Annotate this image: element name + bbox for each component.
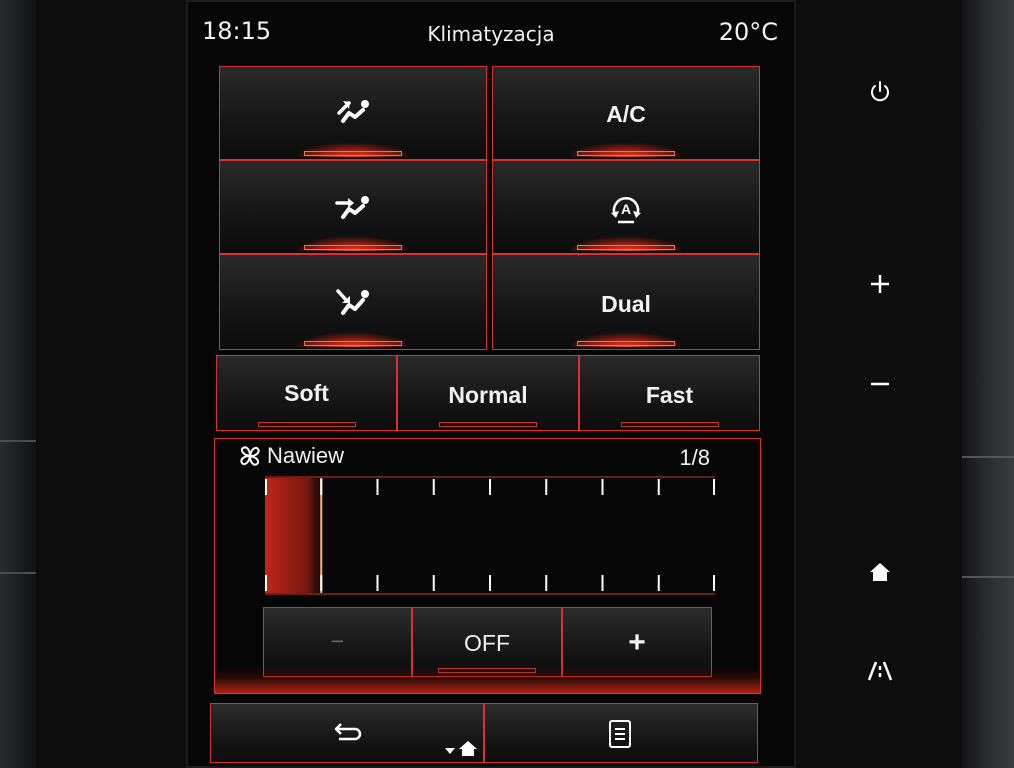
active-indicator [304,245,402,250]
active-indicator [304,151,402,156]
svg-text:A: A [621,201,631,217]
document-list-icon [609,720,631,748]
minus-icon[interactable] [866,370,894,398]
touchscreen: 18:15 Klimatyzacja 20°C A/C A Dual Soft … [186,0,796,768]
bottom-navigation [210,703,760,763]
active-indicator [304,341,402,346]
inactive-indicator [620,422,719,427]
ac-label: A/C [606,101,646,127]
fan-ticks [265,479,715,591]
status-bar: 18:15 Klimatyzacja 20°C [186,0,796,62]
active-indicator [577,245,675,250]
active-indicator [577,151,675,156]
inactive-indicator [439,422,537,427]
airflow-face-feet-icon [335,196,369,219]
left-bezel [0,0,36,768]
fan-label: Nawiew [267,443,345,468]
bezel-seam [962,576,1014,578]
navigation-road-icon[interactable] [866,656,894,684]
back-button[interactable] [210,703,484,763]
fan-speed-panel: Nawiew 1/8 − OFF + [214,438,761,694]
panel-glow [215,667,760,693]
intensity-soft-label: Soft [284,380,329,406]
minus-label: − [330,628,345,654]
intensity-soft-button[interactable]: Soft [216,355,397,431]
inactive-indicator [257,422,356,427]
ac-button[interactable]: A/C [492,66,760,160]
power-icon[interactable] [866,78,894,106]
fan-level-text: 1/8 [679,445,710,470]
intensity-fast-label: Fast [645,382,694,408]
fan-icon [240,446,260,466]
active-indicator [577,341,675,346]
back-arrow-icon [334,723,362,741]
outside-temperature: 20°C [718,18,778,46]
off-label: OFF [464,630,510,656]
airflow-face-feet-button[interactable] [219,160,487,254]
intensity-normal-label: Normal [448,382,528,408]
home-dropdown-icon [445,741,477,756]
dual-button[interactable]: Dual [492,254,760,350]
airflow-feet-icon [336,289,369,315]
airflow-feet-button[interactable] [219,254,487,350]
auto-recirculation-icon: A [611,197,641,224]
bezel-seam [0,440,36,442]
auto-recirculation-button[interactable]: A [492,160,760,254]
plus-label: + [628,626,646,659]
bezel-seam [0,572,36,574]
page-title: Klimatyzacja [427,22,555,46]
fan-level-gauge[interactable] [265,475,715,595]
intensity-normal-button[interactable]: Normal [397,355,579,431]
dual-label: Dual [601,291,651,317]
menu-button[interactable] [484,703,758,763]
airflow-face-icon [337,100,369,123]
right-bezel [962,0,1014,768]
fan-level-fill [265,478,322,593]
bezel-seam [962,456,1014,458]
intensity-fast-button[interactable]: Fast [579,355,760,431]
plus-icon[interactable] [866,270,894,298]
airflow-face-button[interactable] [219,66,487,160]
home-icon[interactable] [866,558,894,586]
